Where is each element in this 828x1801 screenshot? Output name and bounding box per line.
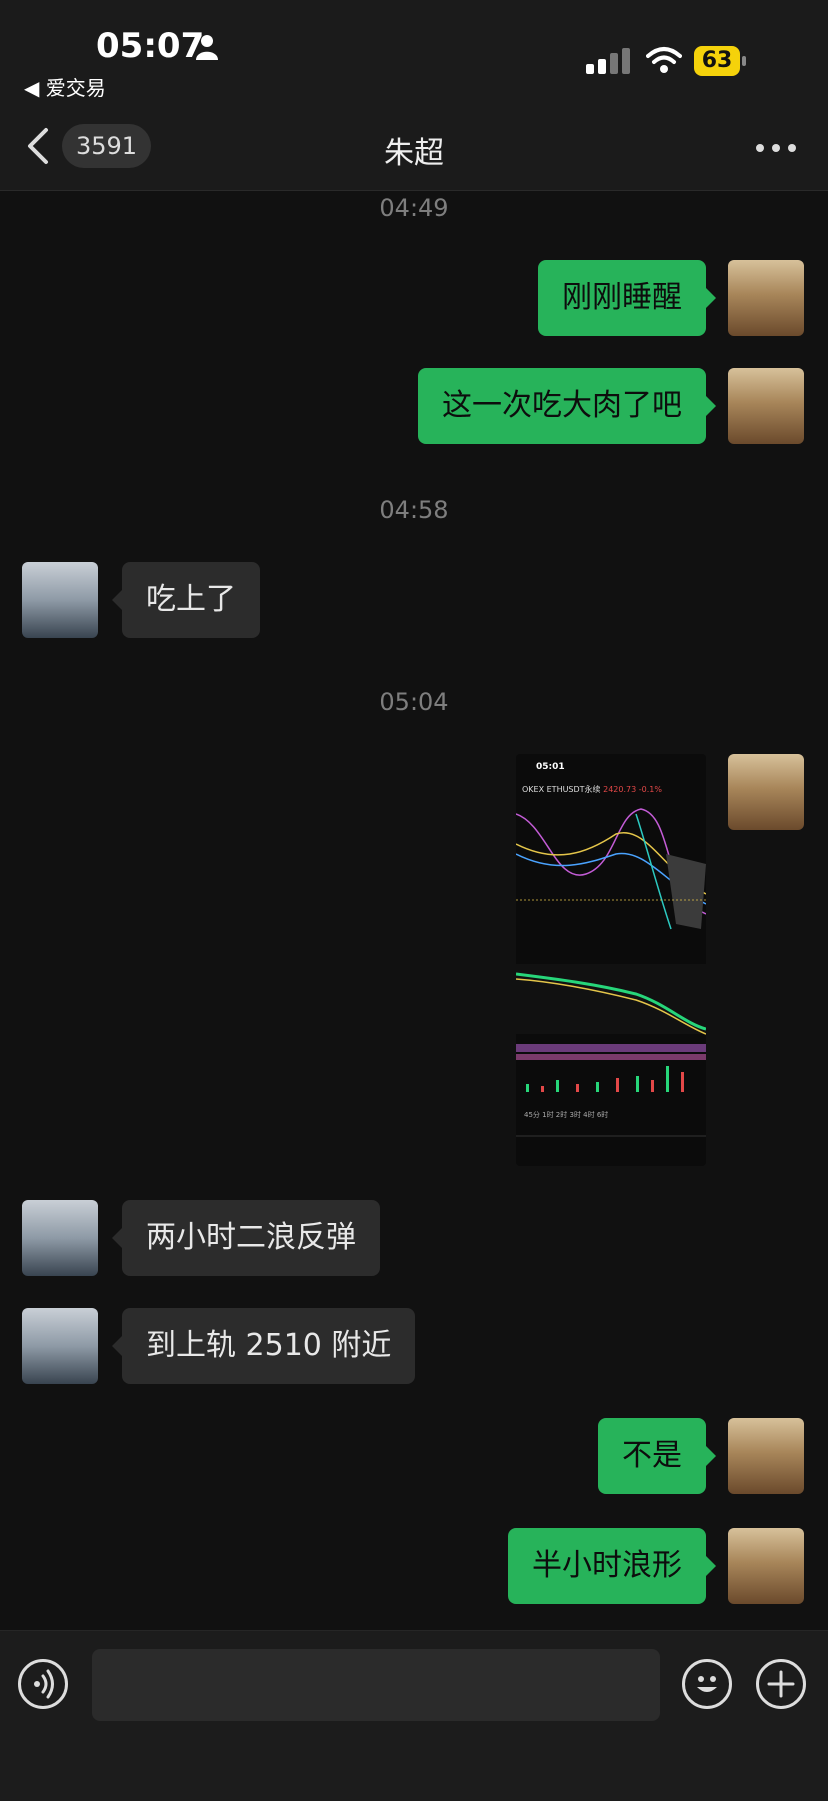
- my-avatar[interactable]: [728, 368, 804, 444]
- status-time: 05:07: [96, 26, 205, 66]
- voice-icon: [34, 1669, 54, 1699]
- incoming-message[interactable]: 吃上了: [112, 562, 260, 638]
- chat-title: 朱超: [384, 136, 444, 171]
- message-timestamp: 04:49: [379, 194, 449, 222]
- wifi-icon: [646, 47, 682, 73]
- person-icon: [196, 35, 218, 60]
- emoji-icon: [697, 1676, 717, 1692]
- contact-avatar[interactable]: [22, 562, 98, 638]
- outgoing-message[interactable]: 半小时浪形: [508, 1528, 716, 1604]
- emoji-button[interactable]: [682, 1659, 732, 1709]
- plus-icon: [767, 1670, 795, 1698]
- battery-level: 63: [694, 46, 740, 76]
- battery-tip: [742, 56, 746, 66]
- outgoing-message[interactable]: 刚刚睡醒: [538, 260, 716, 336]
- cellular-signal-icon: [586, 48, 630, 74]
- thumb-timeframe-tabs: 45分 1时 2时 3时 4时 6时: [524, 1111, 609, 1119]
- thumb-time: 05:01: [536, 762, 565, 772]
- back-to-app-link[interactable]: ◀ 爱交易: [24, 72, 106, 101]
- input-bar: [0, 1630, 828, 1801]
- my-avatar[interactable]: [728, 754, 804, 830]
- thumb-price: 2420.73: [603, 785, 637, 794]
- status-bar: 05:07 ◀ 爱交易 63: [0, 0, 828, 100]
- contact-avatar[interactable]: [22, 1200, 98, 1276]
- thumb-title: OKEX ETHUSDT永续 2420.73 -0.1%: [522, 784, 662, 795]
- my-avatar[interactable]: [728, 1418, 804, 1494]
- more-actions-button[interactable]: [756, 1659, 806, 1709]
- battery-indicator: 63: [694, 46, 748, 76]
- message-timestamp: 05:04: [379, 688, 449, 716]
- thumb-change: -0.1%: [638, 785, 662, 794]
- incoming-message[interactable]: 到上轨 2510 附近: [111, 1308, 416, 1384]
- outgoing-message[interactable]: 不是: [598, 1418, 716, 1494]
- incoming-message[interactable]: 两小时二浪反弹: [112, 1200, 380, 1276]
- thumb-symbol: OKEX ETHUSDT永续: [522, 785, 601, 794]
- my-avatar[interactable]: [728, 260, 804, 336]
- voice-input-button[interactable]: [18, 1659, 68, 1709]
- more-options-icon[interactable]: [756, 144, 796, 152]
- chat-header: 3591 朱超: [0, 100, 828, 191]
- chart-screenshot-image[interactable]: 05:01 OKEX ETHUSDT永续 2420.73 -0.1% 45分 1…: [516, 754, 706, 1166]
- outgoing-message[interactable]: 这一次吃大肉了吧: [418, 368, 716, 444]
- contact-avatar[interactable]: [22, 1308, 98, 1384]
- message-timestamp: 04:58: [379, 496, 449, 524]
- message-input[interactable]: [92, 1649, 660, 1721]
- chart-thumbnail-graphic: [516, 802, 706, 1137]
- my-avatar[interactable]: [728, 1528, 804, 1604]
